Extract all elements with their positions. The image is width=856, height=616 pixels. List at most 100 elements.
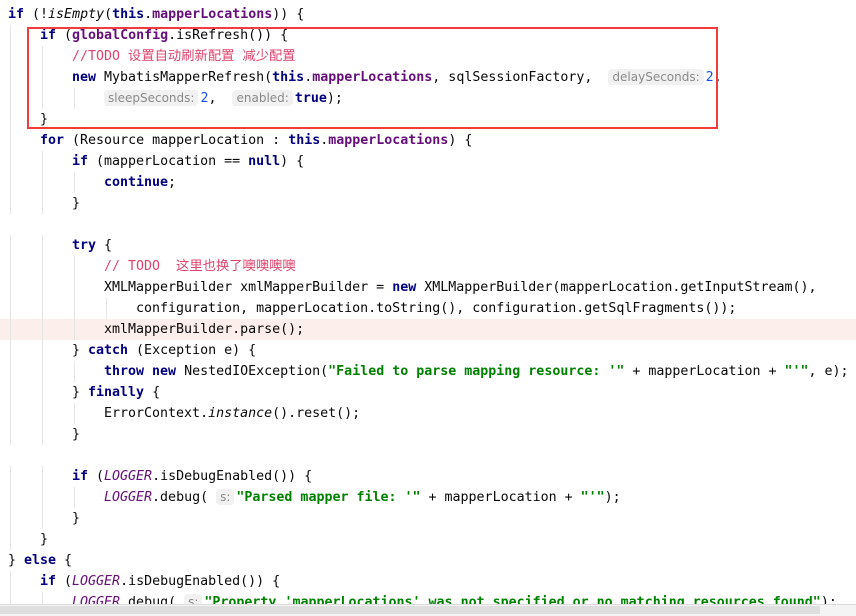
- code-line[interactable]: } catch (Exception e) {: [0, 340, 856, 361]
- indent-guide: [74, 256, 75, 277]
- code-line[interactable]: if (!isEmpty(this.mapperLocations)) {: [0, 4, 856, 25]
- code-text: }: [72, 427, 81, 442]
- code-line[interactable]: if (mapperLocation == null) {: [0, 151, 856, 172]
- code-line[interactable]: // TODO 这里也换了噢噢噢噢: [0, 256, 856, 277]
- indent-guide: [10, 508, 11, 529]
- string-literal: "Failed to parse mapping resource: '": [328, 364, 625, 379]
- static-field: LOGGER: [104, 490, 153, 505]
- indent-guide: [42, 151, 43, 172]
- keyword: else: [24, 553, 57, 568]
- code-content: } else {: [8, 550, 72, 571]
- code-line[interactable]: }: [0, 508, 856, 529]
- keyword: if: [40, 574, 57, 589]
- code-line[interactable]: throw new NestedIOException("Failed to p…: [0, 361, 856, 382]
- code-content: }: [40, 529, 48, 550]
- keyword: if: [8, 7, 25, 22]
- current-code-line[interactable]: xmlMapperBuilder.parse();: [0, 319, 856, 340]
- code-line[interactable]: ErrorContext.instance().reset();: [0, 403, 856, 424]
- code-line[interactable]: if (LOGGER.isDebugEnabled()) {: [0, 466, 856, 487]
- indent-guide: [10, 151, 11, 172]
- code-line[interactable]: XMLMapperBuilder xmlMapperBuilder = new …: [0, 277, 856, 298]
- indent-guide: [74, 361, 75, 382]
- code-text: (: [104, 7, 113, 22]
- code-text: .isDebugEnabled()) {: [120, 574, 281, 589]
- keyword: catch: [88, 343, 129, 358]
- code-text: }: [72, 511, 81, 526]
- horizontal-scrollbar[interactable]: [0, 604, 856, 616]
- indent-guide: [10, 361, 11, 382]
- indent-guide: [10, 172, 11, 193]
- keyword: try: [72, 238, 97, 253]
- code-text: .debug(: [152, 490, 217, 505]
- code-text: XMLMapperBuilder xmlMapperBuilder =: [104, 280, 393, 295]
- indent-guide: [74, 277, 75, 298]
- indent-guide: [42, 298, 43, 319]
- code-content: } finally {: [72, 382, 160, 403]
- keyword: finally: [88, 385, 145, 400]
- code-line[interactable]: for (Resource mapperLocation : this.mapp…: [0, 130, 856, 151]
- indent-guide: [74, 403, 75, 424]
- indent-guide: [10, 130, 11, 151]
- code-text: )) {: [272, 7, 305, 22]
- code-text: (: [88, 469, 105, 484]
- keyword: this: [288, 133, 321, 148]
- indent-guide: [42, 340, 43, 361]
- code-line[interactable]: if (LOGGER.isDebugEnabled()) {: [0, 571, 856, 592]
- indent-guide: [10, 529, 11, 550]
- code-content: LOGGER.debug( s: "Parsed mapper file: '" …: [104, 487, 621, 508]
- indent-guide: [42, 193, 43, 214]
- code-content: } catch (Exception e) {: [72, 340, 256, 361]
- indent-guide: [10, 46, 11, 67]
- code-line[interactable]: }: [0, 193, 856, 214]
- code-text: NestedIOException(: [176, 364, 329, 379]
- code-line[interactable]: [0, 445, 856, 466]
- code-text: .isDebugEnabled()) {: [152, 469, 313, 484]
- code-line[interactable]: configuration, mapperLocation.toString()…: [0, 298, 856, 319]
- code-line[interactable]: [0, 214, 856, 235]
- indent-guide: [10, 424, 11, 445]
- indent-guide: [10, 256, 11, 277]
- code-content: continue;: [104, 172, 176, 193]
- code-text: configuration, mapperLocation.toString()…: [136, 301, 737, 316]
- code-line[interactable]: } else {: [0, 550, 856, 571]
- indent-guide: [42, 172, 43, 193]
- keyword: this: [112, 7, 145, 22]
- indent-guide: [42, 277, 43, 298]
- code-line[interactable]: try {: [0, 235, 856, 256]
- code-content: ErrorContext.instance().reset();: [104, 403, 360, 424]
- code-text: {: [96, 238, 113, 253]
- indent-guide: [10, 382, 11, 403]
- code-content: for (Resource mapperLocation : this.mapp…: [40, 130, 472, 151]
- code-content: if (LOGGER.isDebugEnabled()) {: [40, 571, 280, 592]
- code-line[interactable]: LOGGER.debug( s: "Parsed mapper file: '" …: [0, 487, 856, 508]
- keyword: if: [72, 469, 89, 484]
- code-line[interactable]: }: [0, 529, 856, 550]
- indent-guide: [10, 235, 11, 256]
- indent-guide: [10, 298, 11, 319]
- code-content: if (!isEmpty(this.mapperLocations)) {: [8, 4, 304, 25]
- indent-guide: [42, 403, 43, 424]
- code-text: }: [72, 196, 81, 211]
- code-line[interactable]: }: [0, 424, 856, 445]
- indent-guide: [106, 298, 107, 319]
- indent-guide: [10, 25, 11, 46]
- code-content: xmlMapperBuilder.parse();: [104, 319, 304, 340]
- indent-guide: [74, 487, 75, 508]
- code-text: (Resource mapperLocation :: [64, 133, 289, 148]
- code-content: configuration, mapperLocation.toString()…: [136, 298, 736, 319]
- code-content: }: [72, 508, 80, 529]
- code-text: {: [56, 553, 73, 568]
- code-line[interactable]: } finally {: [0, 382, 856, 403]
- parameter-hint: s:: [216, 489, 235, 505]
- indent-guide: [42, 361, 43, 382]
- method: instance: [208, 406, 273, 421]
- indent-guide: [74, 319, 75, 340]
- code-line[interactable]: continue;: [0, 172, 856, 193]
- code-text: }: [8, 553, 25, 568]
- scrollbar-thumb[interactable]: [0, 606, 820, 614]
- code-text: + mapperLocation +: [624, 364, 785, 379]
- indent-guide: [10, 88, 11, 109]
- code-content: try {: [72, 235, 112, 256]
- keyword: null: [248, 154, 281, 169]
- indent-guide: [10, 340, 11, 361]
